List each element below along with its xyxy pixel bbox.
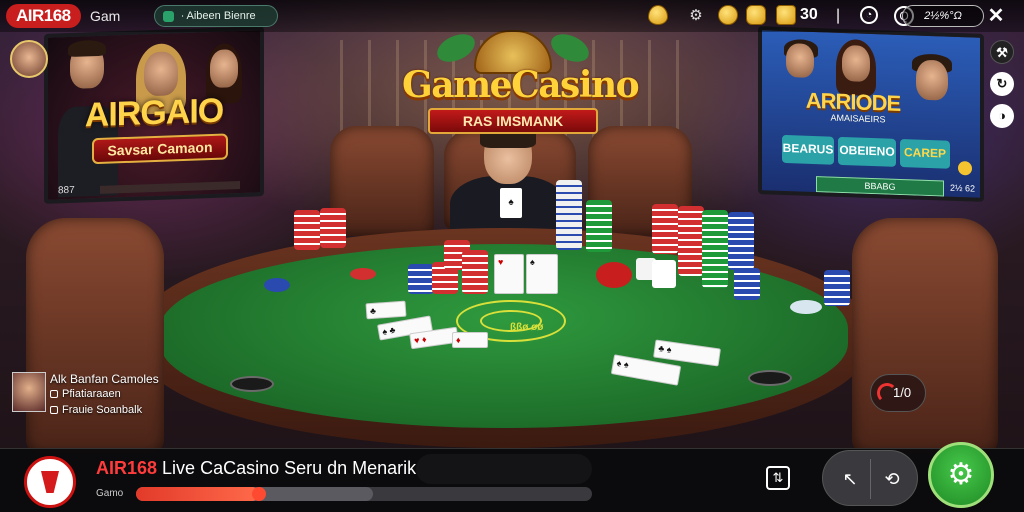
chat-line-1: Alk Banfan Camoles — [50, 372, 159, 386]
progress-fill — [136, 487, 260, 501]
brand-logo[interactable]: AIR168 — [6, 4, 81, 28]
right-screen-bar: BBABG — [816, 176, 944, 197]
playing-card[interactable]: ♣ — [365, 300, 407, 320]
leaf-right-icon — [546, 28, 594, 68]
round-timer[interactable]: 1/0 — [870, 374, 926, 412]
logo-ribbon: RAS IMSMANK — [428, 108, 598, 134]
progress-label: Gamo — [96, 488, 124, 499]
tools-icon[interactable]: ⚒ — [990, 40, 1014, 64]
left-screen-banner: Savsar Camaon — [92, 133, 228, 165]
gold-gem-icon[interactable] — [648, 5, 668, 25]
logo-title: GameCasino — [402, 64, 640, 106]
back-icon[interactable]: ↖ — [835, 465, 865, 493]
trophy-icon[interactable] — [746, 5, 766, 25]
chip-stack[interactable] — [320, 208, 346, 248]
right-screen-button-2: OBEIENO — [838, 136, 896, 167]
chip-tray-right — [748, 370, 792, 386]
right-promo-screen: ARRIODE AMAISAEIRS BEARUS OBEIENO CAREP … — [758, 26, 984, 202]
refresh-icon[interactable]: ⟲ — [877, 465, 907, 493]
sound-icon[interactable]: ◑ — [990, 104, 1014, 128]
presenter-face-2 — [144, 51, 178, 97]
left-promo-screen: AIRGAIO Savsar Camaon 887 — [44, 26, 264, 204]
status-pill[interactable]: ∙ Aibeen Bienre — [154, 5, 278, 27]
chip-stack[interactable] — [408, 264, 434, 294]
chip-stack[interactable] — [678, 206, 704, 276]
chip-stack[interactable] — [350, 268, 376, 280]
right-screen-button-1: BEARUS — [782, 134, 834, 165]
progress-bar[interactable] — [136, 487, 592, 501]
chip-stack[interactable] — [824, 270, 850, 306]
history-icon[interactable]: ◔ — [860, 6, 878, 24]
chat-avatar[interactable] — [12, 372, 46, 412]
chat-line-2: Pfiatiaraaen — [50, 388, 121, 400]
left-screen-footer-bar — [100, 180, 240, 194]
share-icon[interactable]: ⇅ — [766, 466, 790, 490]
chat-line-3: Frauie Soanbalk — [50, 404, 142, 416]
cup-icon — [41, 471, 59, 493]
chat-bullet-icon — [50, 390, 58, 398]
leaf-left-icon — [432, 28, 480, 68]
chip-stack[interactable] — [734, 268, 760, 300]
close-icon[interactable]: ✕ — [986, 6, 1006, 26]
gift-icon[interactable]: ⚙ — [686, 6, 706, 26]
dealer-card: ♠ — [500, 188, 522, 218]
chat-line-2-text: Pfiatiaraaen — [62, 388, 121, 400]
felt-text: ßßø øø — [510, 322, 544, 333]
chip-stack[interactable] — [702, 210, 728, 288]
balance-display[interactable]: 2½%°Ω — [902, 5, 984, 27]
chat-line-3-text: Frauie Soanbalk — [62, 404, 143, 416]
info-icon[interactable]: ❘ — [828, 6, 848, 26]
chip-stack[interactable] — [462, 250, 488, 294]
gear-icon[interactable]: ⚙ — [928, 442, 994, 508]
user-avatar[interactable] — [10, 40, 48, 78]
game-casino-logo: GameCasino RAS IMSMANK — [402, 28, 640, 136]
stream-title: AIR168 Live CaCasino Seru dn Menarik — [96, 458, 416, 479]
right-screen-odds: 2½ 62 — [950, 182, 976, 194]
dice — [652, 260, 676, 288]
chip-stack[interactable] — [586, 200, 612, 252]
left-screen-footer: 887 — [58, 184, 75, 197]
control-pill: ↖ ⟲ — [822, 450, 918, 506]
coin-stack-icon[interactable] — [776, 5, 796, 25]
chair-front-right — [852, 218, 998, 454]
left-screen-title: AIRGAIO — [84, 91, 224, 135]
progress-knob[interactable] — [252, 487, 267, 501]
status-dot-icon — [163, 11, 174, 22]
stream-title-text: Live CaCasino Seru dn Menarik — [162, 458, 417, 478]
presenter-hair — [68, 39, 106, 58]
chip-stack[interactable] — [556, 180, 582, 250]
chip-stack[interactable] — [652, 204, 678, 254]
playing-card[interactable]: ♥ — [494, 254, 524, 294]
chip-stack[interactable] — [264, 278, 290, 292]
score-counter: 30 — [800, 6, 818, 23]
refresh-icon[interactable]: ↻ — [990, 72, 1014, 96]
playing-card[interactable]: ♦ — [452, 332, 488, 348]
game-label[interactable]: Gam — [90, 8, 120, 24]
chip-tray-left — [230, 376, 274, 392]
presenter-face-5 — [842, 44, 870, 82]
playing-card[interactable]: ♠ — [526, 254, 558, 294]
status-text: ∙ Aibeen Bienre — [181, 10, 256, 22]
presenter-face-3 — [210, 49, 238, 89]
coin-icon — [958, 161, 972, 176]
right-screen-button-3: CAREP — [900, 139, 950, 169]
control-divider — [870, 459, 871, 499]
chip-stack[interactable] — [728, 212, 754, 270]
chip-stack[interactable] — [790, 300, 822, 314]
chip-stack[interactable] — [596, 262, 632, 288]
coin-icon[interactable] — [718, 5, 738, 25]
timer-text: 1/0 — [893, 385, 912, 400]
stream-title-brand: AIR168 — [96, 458, 158, 478]
chip-stack[interactable] — [294, 210, 320, 250]
chat-bullet-icon — [50, 406, 58, 414]
title-highlight — [416, 454, 592, 484]
presenter-face-4 — [786, 43, 814, 79]
brand-cup-logo[interactable] — [24, 456, 76, 508]
chair-front-left — [26, 218, 164, 454]
